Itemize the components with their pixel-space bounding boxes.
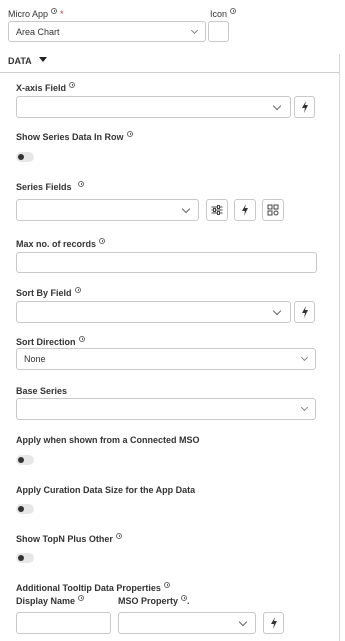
- display-name-input[interactable]: [16, 612, 111, 634]
- info-icon: [230, 8, 237, 14]
- sort-by-bolt-button[interactable]: [294, 301, 315, 323]
- sort-by-label: Sort By Field: [16, 287, 81, 298]
- info-icon: [78, 336, 85, 342]
- sort-direction-select[interactable]: None: [16, 348, 316, 370]
- show-series-toggle[interactable]: [16, 152, 34, 162]
- series-grid-button[interactable]: [262, 199, 284, 221]
- sort-by-select[interactable]: [16, 301, 291, 323]
- show-topn-toggle[interactable]: [16, 553, 34, 563]
- series-fields-label: Series Fields: [16, 181, 84, 192]
- info-icon: [77, 181, 84, 187]
- bolt-icon: [270, 617, 277, 629]
- apply-curation-toggle[interactable]: [16, 504, 34, 514]
- info-icon: [115, 533, 122, 539]
- info-icon: [78, 595, 85, 601]
- show-series-label: Show Series Data In Row: [16, 131, 133, 142]
- info-icon: [74, 287, 81, 293]
- series-bolt-button[interactable]: [234, 199, 256, 221]
- section-title: DATA: [8, 56, 32, 66]
- x-axis-select[interactable]: [16, 96, 291, 118]
- info-icon: [69, 82, 76, 88]
- info-icon: [181, 595, 188, 601]
- panel-border: [339, 54, 340, 641]
- apply-connected-mso-label: Apply when shown from a Connected MSO: [16, 435, 200, 445]
- sort-direction-value: None: [24, 354, 46, 364]
- series-fields-select[interactable]: [16, 199, 199, 221]
- chevron-down-icon: [300, 403, 309, 412]
- apply-curation-label: Apply Curation Data Size for the App Dat…: [16, 485, 196, 495]
- micro-app-select[interactable]: Area Chart: [8, 21, 206, 42]
- caret-down-icon: [38, 57, 47, 62]
- micro-app-value: Area Chart: [16, 26, 60, 37]
- base-series-label: Base Series: [16, 386, 68, 396]
- base-series-select[interactable]: [16, 398, 316, 420]
- chevron-down-icon: [300, 353, 309, 362]
- x-axis-label: X-axis Field: [16, 82, 76, 93]
- chevron-down-icon: [238, 617, 248, 627]
- bolt-icon: [301, 101, 308, 113]
- chevron-down-icon: [272, 101, 282, 111]
- info-icon: [163, 582, 170, 588]
- mso-property-bolt-button[interactable]: [263, 612, 284, 634]
- chevron-down-icon: [181, 204, 191, 214]
- icon-label: Icon: [210, 8, 237, 19]
- show-topn-label: Show TopN Plus Other: [16, 533, 122, 544]
- icon-picker[interactable]: [208, 21, 229, 42]
- additional-tooltip-label: Additional Tooltip Data Properties: [16, 582, 170, 593]
- max-records-input[interactable]: [16, 252, 317, 273]
- bolt-icon: [301, 306, 308, 318]
- info-icon: [99, 238, 106, 244]
- info-icon: [126, 131, 133, 137]
- mso-property-label: MSO Property.: [118, 595, 190, 606]
- max-records-label: Max no. of records: [16, 238, 106, 249]
- sort-direction-label: Sort Direction: [16, 336, 85, 347]
- sliders-icon: [211, 205, 223, 215]
- bolt-icon: [242, 204, 248, 216]
- mso-property-select[interactable]: [118, 612, 256, 634]
- apply-connected-mso-toggle[interactable]: [16, 455, 34, 465]
- display-name-label: Display Name: [16, 595, 85, 606]
- chevron-down-icon: [272, 306, 282, 316]
- data-section-toggle[interactable]: DATA: [8, 56, 48, 66]
- micro-app-label: Micro App *: [8, 8, 64, 19]
- chevron-down-icon: [190, 26, 199, 35]
- info-icon: [51, 8, 58, 14]
- section-divider: [0, 72, 339, 73]
- series-sliders-button[interactable]: [206, 199, 228, 221]
- x-axis-bolt-button[interactable]: [294, 96, 315, 118]
- grid-settings-icon: [267, 204, 279, 216]
- required-marker: *: [60, 9, 64, 19]
